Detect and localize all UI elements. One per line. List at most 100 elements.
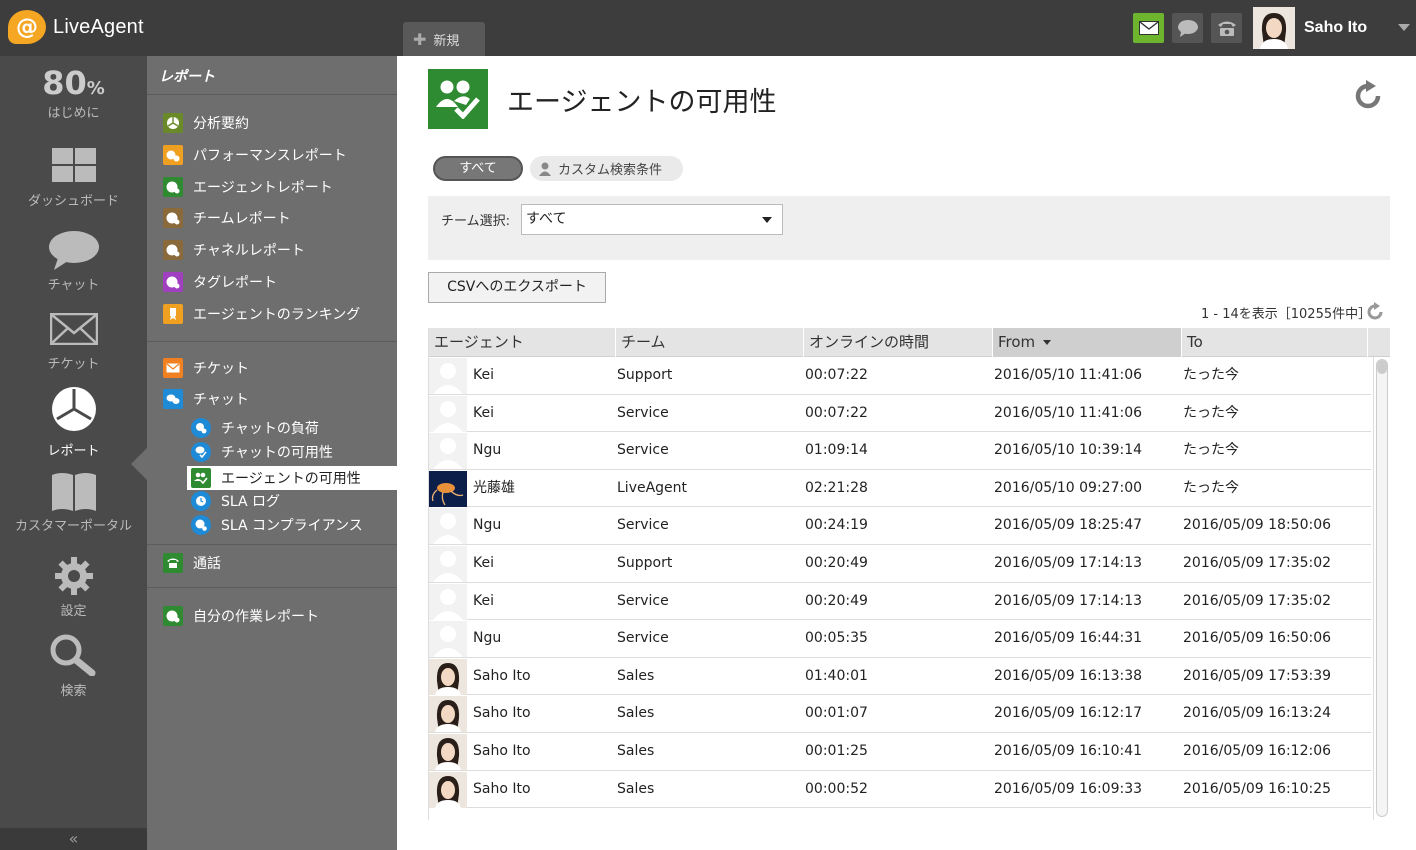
menu-item-my-work-report[interactable]: 自分の作業レポート bbox=[163, 605, 319, 627]
menu-item-team-report[interactable]: チームレポート bbox=[163, 207, 291, 229]
ticket-icon bbox=[49, 312, 98, 346]
sub-item-sla-log[interactable]: SLA ログ bbox=[191, 490, 280, 512]
user-menu-caret-icon[interactable] bbox=[1398, 24, 1410, 31]
agents-check-icon bbox=[191, 468, 211, 488]
pie-chart-icon bbox=[163, 113, 183, 133]
menu-item-tag-report[interactable]: タグレポート bbox=[163, 271, 277, 293]
table-row[interactable]: Saho Ito Sales 01:40:01 2016/05/09 16:13:38… bbox=[429, 658, 1371, 696]
table-row[interactable]: Kei Service 00:07:22 2016/05/10 11:41:06 たった… bbox=[429, 395, 1371, 433]
cell-team: LiveAgent bbox=[617, 479, 688, 496]
cell-agent: Kei bbox=[473, 592, 494, 609]
custom-filter-button[interactable]: カスタム検索条件 bbox=[530, 156, 683, 181]
cell-to: 2016/05/09 17:35:02 bbox=[1183, 592, 1332, 609]
table-body: Kei Support 00:07:22 2016/05/10 11:41:06 たった… bbox=[429, 357, 1371, 809]
menu-item-channel-report[interactable]: チャネルレポート bbox=[163, 239, 305, 261]
new-tab-button[interactable]: ✚ 新規 bbox=[403, 22, 485, 56]
menu-item-label: パフォーマンスレポート bbox=[193, 148, 347, 164]
col-to[interactable]: To bbox=[1182, 328, 1368, 357]
table-row[interactable]: Ngu Service 01:09:14 2016/05/10 10:39:14 たった… bbox=[429, 432, 1371, 470]
rail-item-chat[interactable]: チャット bbox=[0, 230, 147, 293]
person-icon bbox=[539, 162, 551, 176]
menu-item-chat[interactable]: チャット bbox=[163, 388, 249, 410]
csv-export-button[interactable]: CSVへのエクスポート bbox=[428, 272, 606, 303]
grid-refresh-icon[interactable] bbox=[1365, 302, 1385, 322]
cell-from: 2016/05/09 17:14:13 bbox=[994, 554, 1143, 571]
cell-team: Support bbox=[617, 367, 673, 383]
report-submenu: レポート 分析要約 パフォーマンスレポート エージェントレポート チームレポート… bbox=[147, 56, 397, 850]
menu-item-agent-ranking[interactable]: エージェントのランキング bbox=[163, 303, 360, 325]
rail-item-getting-started[interactable]: 80% はじめに bbox=[0, 64, 147, 121]
chat-bubble-icon[interactable] bbox=[1172, 13, 1203, 43]
table-row[interactable]: Ngu Service 00:05:35 2016/05/09 16:44:31 201… bbox=[429, 620, 1371, 658]
user-name[interactable]: Saho Ito bbox=[1304, 19, 1367, 37]
cell-online-time: 00:20:49 bbox=[805, 592, 868, 609]
performance-icon bbox=[163, 145, 183, 165]
col-online-time[interactable]: オンラインの時間 bbox=[804, 328, 993, 357]
user-avatar[interactable] bbox=[1253, 7, 1295, 49]
cell-from: 2016/05/09 16:44:31 bbox=[994, 630, 1143, 647]
cell-to: たった今 bbox=[1183, 479, 1239, 496]
rail-item-settings[interactable]: 設定 bbox=[0, 556, 147, 619]
rail-label: ダッシュボード bbox=[27, 194, 119, 209]
col-team[interactable]: チーム bbox=[616, 328, 804, 357]
rail-item-ticket[interactable]: チケット bbox=[0, 312, 147, 372]
menu-item-ticket[interactable]: チケット bbox=[163, 357, 249, 379]
scroll-thumb[interactable] bbox=[1376, 359, 1388, 817]
sub-item-chat-load[interactable]: チャットの負荷 bbox=[191, 417, 319, 439]
collapse-rail-button[interactable]: « bbox=[0, 828, 147, 850]
table-row[interactable]: Kei Support 00:07:22 2016/05/10 11:41:06 たった… bbox=[429, 357, 1371, 395]
agent-avatar bbox=[429, 733, 467, 770]
agent-avatar bbox=[429, 658, 467, 695]
rail-item-customer-portal[interactable]: カスタマーポータル bbox=[0, 471, 147, 534]
menu-item-label: チャット bbox=[193, 392, 249, 408]
divider bbox=[147, 544, 397, 545]
app-logo[interactable]: @ LiveAgent bbox=[8, 10, 144, 44]
menu-item-performance[interactable]: パフォーマンスレポート bbox=[163, 144, 347, 166]
cell-online-time: 00:00:52 bbox=[805, 780, 868, 797]
team-select-label: チーム選択: bbox=[441, 214, 510, 229]
sub-item-label: SLA ログ bbox=[221, 494, 281, 510]
pager-info: 1 - 14を表示［10255件中］ bbox=[1201, 307, 1372, 322]
sub-item-sla-compliance[interactable]: SLA コンプライアンス bbox=[191, 514, 363, 536]
agent-avatar bbox=[429, 583, 467, 620]
table-row[interactable]: Ngu Service 00:24:19 2016/05/09 18:25:47 201… bbox=[429, 507, 1371, 545]
cell-to: たった今 bbox=[1183, 442, 1239, 459]
cell-from: 2016/05/09 16:10:41 bbox=[994, 742, 1143, 759]
col-agent[interactable]: エージェント bbox=[429, 328, 616, 357]
refresh-icon[interactable] bbox=[1352, 80, 1384, 112]
col-from[interactable]: From bbox=[993, 328, 1182, 357]
sla-compliance-icon bbox=[191, 515, 211, 535]
table-row[interactable]: Kei Support 00:20:49 2016/05/09 17:14:13 201… bbox=[429, 545, 1371, 583]
cell-team: Service bbox=[617, 630, 669, 647]
rail-item-report[interactable]: レポート bbox=[0, 386, 147, 459]
divider bbox=[147, 587, 397, 588]
col-label: To bbox=[1187, 333, 1203, 351]
table-row[interactable]: Saho Ito Sales 00:00:52 2016/05/09 16:09:33… bbox=[429, 771, 1371, 809]
cell-agent: Ngu bbox=[473, 630, 502, 647]
table-scrollbar[interactable] bbox=[1373, 357, 1389, 820]
cell-team: Service bbox=[617, 592, 669, 609]
menu-item-summary[interactable]: 分析要約 bbox=[163, 112, 249, 134]
table-row[interactable]: Saho Ito Sales 00:01:25 2016/05/09 16:10:41… bbox=[429, 733, 1371, 771]
table-row[interactable]: Saho Ito Sales 00:01:07 2016/05/09 16:12:17… bbox=[429, 695, 1371, 733]
agent-avatar bbox=[429, 358, 467, 394]
agent-avatar bbox=[429, 395, 467, 432]
cell-team: Support bbox=[617, 554, 673, 571]
rail-item-dashboard[interactable]: ダッシュボード bbox=[0, 148, 147, 209]
rail-item-search[interactable]: 検索 bbox=[0, 634, 147, 699]
team-select[interactable]: すべて bbox=[521, 204, 783, 235]
mail-icon[interactable] bbox=[1133, 13, 1164, 43]
phone-icon[interactable] bbox=[1211, 13, 1242, 43]
envelope-icon bbox=[163, 358, 183, 378]
menu-item-call[interactable]: 通話 bbox=[163, 552, 221, 574]
sub-item-agent-availability[interactable]: エージェントの可用性 bbox=[191, 467, 361, 489]
my-report-icon bbox=[163, 606, 183, 626]
sub-item-chat-availability[interactable]: チャットの可用性 bbox=[191, 441, 333, 463]
cell-agent: 光藤雄 bbox=[473, 479, 515, 496]
menu-item-agent-report[interactable]: エージェントレポート bbox=[163, 176, 333, 198]
filter-all-button[interactable]: すべて bbox=[433, 156, 523, 181]
table-row[interactable]: Kei Service 00:20:49 2016/05/09 17:14:13 201… bbox=[429, 583, 1371, 621]
tag-report-icon bbox=[163, 272, 183, 292]
cell-to: 2016/05/09 16:50:06 bbox=[1183, 630, 1332, 647]
table-row[interactable]: 光藤雄 LiveAgent 02:21:28 2016/05/10 09:27:00 た… bbox=[429, 470, 1371, 508]
